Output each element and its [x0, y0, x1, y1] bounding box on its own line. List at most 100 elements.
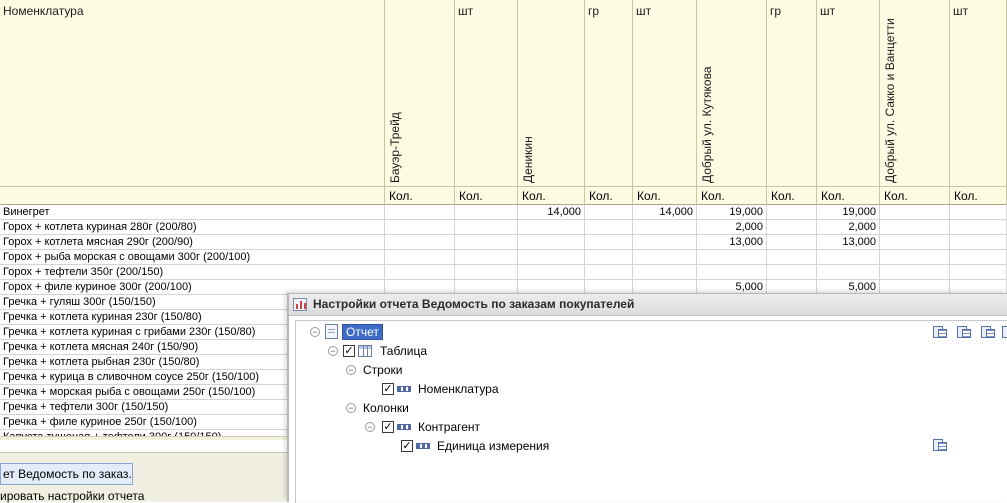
column-subheader: Кол.	[633, 187, 697, 205]
row-value-cell[interactable]	[950, 220, 1007, 235]
row-name-cell[interactable]: Горох + котлета мясная 290г (200/90)	[0, 235, 385, 250]
row-value-cell[interactable]	[455, 220, 518, 235]
column-subheader: Кол.	[518, 187, 585, 205]
row-name-cell[interactable]: Горох + котлета куриная 280г (200/80)	[0, 220, 385, 235]
row-value-cell[interactable]	[385, 205, 455, 220]
table-row[interactable]: Горох + рыба морская с овощами 300г (200…	[0, 250, 1007, 265]
row-value-cell[interactable]	[817, 265, 880, 280]
row-value-cell[interactable]	[880, 205, 950, 220]
row-value-cell[interactable]: 14,000	[633, 205, 697, 220]
table-checkbox[interactable]: ✓	[343, 345, 355, 357]
row-value-cell[interactable]: 19,000	[817, 205, 880, 220]
collapse-toggle-icon[interactable]: −	[346, 403, 356, 413]
row-value-cell[interactable]	[455, 235, 518, 250]
row-value-cell[interactable]: 19,000	[697, 205, 767, 220]
row-value-cell[interactable]	[767, 235, 817, 250]
table-row[interactable]: Горох + котлета мясная 290г (200/90) 13,0…	[0, 235, 1007, 250]
row-value-cell[interactable]	[950, 235, 1007, 250]
field-icon	[416, 443, 430, 449]
row-value-cell[interactable]	[633, 250, 697, 265]
row-value-cell[interactable]: 14,000	[518, 205, 585, 220]
row-value-cell[interactable]	[585, 220, 633, 235]
row-value-cell[interactable]	[880, 265, 950, 280]
row-value-cell[interactable]	[880, 250, 950, 265]
row-value-cell[interactable]	[518, 235, 585, 250]
row-value-cell[interactable]	[950, 265, 1007, 280]
nomenclature-checkbox[interactable]: ✓	[382, 383, 394, 395]
tree-item-unit[interactable]: Единица измерения	[437, 437, 549, 455]
tree-item-report-label: Отчет	[342, 324, 383, 340]
column-header-nomenclature: Номенклатура	[0, 0, 385, 187]
column-header-label: шт	[953, 4, 969, 18]
table-row[interactable]: Винегрет 14,000 14,000 19,000 19,000	[0, 205, 1007, 220]
row-value-cell[interactable]	[385, 250, 455, 265]
column-header: шт	[633, 0, 697, 187]
row-value-cell[interactable]	[633, 235, 697, 250]
tree-item-table[interactable]: Таблица	[380, 342, 427, 360]
filter-icon[interactable]	[956, 324, 972, 340]
row-name-cell[interactable]: Винегрет	[0, 205, 385, 220]
more-settings-icon[interactable]	[1001, 324, 1007, 340]
table-row[interactable]: Горох + тефтели 350г (200/150)	[0, 265, 1007, 280]
tree-item-columns[interactable]: Колонки	[363, 399, 409, 417]
table-row[interactable]: Горох + котлета куриная 280г (200/80) 2,0…	[0, 220, 1007, 235]
column-subheader	[0, 187, 385, 205]
row-value-cell[interactable]	[633, 265, 697, 280]
row-value-cell[interactable]	[518, 265, 585, 280]
collapse-toggle-icon[interactable]: −	[310, 327, 320, 337]
settings-title-bar[interactable]: Настройки отчета Ведомость по заказам по…	[289, 294, 1007, 316]
row-value-cell[interactable]: 13,000	[817, 235, 880, 250]
row-value-cell[interactable]	[385, 265, 455, 280]
column-header: Деникин	[518, 0, 585, 187]
row-value-cell[interactable]	[880, 235, 950, 250]
sort-icon[interactable]	[980, 324, 996, 340]
row-name-cell[interactable]: Горох + рыба морская с овощами 300г (200…	[0, 250, 385, 265]
column-header-label: Номенклатура	[3, 4, 84, 18]
row-value-cell[interactable]	[767, 265, 817, 280]
collapse-toggle-icon[interactable]: −	[365, 422, 375, 432]
tree-item-nomenclature[interactable]: Номенклатура	[418, 380, 499, 398]
grouping-settings-icon[interactable]	[932, 324, 948, 340]
row-value-cell[interactable]	[518, 220, 585, 235]
row-value-cell[interactable]	[385, 235, 455, 250]
row-value-cell[interactable]	[817, 250, 880, 265]
row-value-cell[interactable]	[767, 205, 817, 220]
row-value-cell[interactable]	[880, 220, 950, 235]
column-subheader: Кол.	[455, 187, 518, 205]
row-value-cell[interactable]	[455, 250, 518, 265]
row-value-cell[interactable]	[697, 250, 767, 265]
row-value-cell[interactable]	[767, 250, 817, 265]
row-value-cell[interactable]	[950, 205, 1007, 220]
row-value-cell[interactable]	[455, 265, 518, 280]
column-subheader: Кол.	[950, 187, 1007, 205]
column-header-label: шт	[636, 4, 652, 18]
row-value-cell[interactable]	[585, 250, 633, 265]
row-value-cell[interactable]	[585, 235, 633, 250]
row-value-cell[interactable]	[767, 220, 817, 235]
counterparty-checkbox[interactable]: ✓	[382, 421, 394, 433]
unit-checkbox[interactable]: ✓	[401, 440, 413, 452]
row-value-cell[interactable]: 2,000	[817, 220, 880, 235]
collapse-toggle-icon[interactable]: −	[328, 346, 338, 356]
row-value-cell[interactable]	[633, 220, 697, 235]
taskbar-tab-report[interactable]: ет Ведомость по заказ...	[0, 463, 133, 485]
report-horizontal-scrollbar[interactable]: ▫	[0, 436, 287, 440]
tree-item-rows[interactable]: Строки	[363, 361, 402, 379]
row-value-cell[interactable]	[585, 205, 633, 220]
column-header-label: гр	[588, 4, 600, 18]
row-value-cell[interactable]: 13,000	[697, 235, 767, 250]
tree-item-counterparty[interactable]: Контрагент	[418, 418, 480, 436]
row-value-cell[interactable]	[950, 250, 1007, 265]
unit-field-settings-icon[interactable]	[932, 437, 948, 453]
row-value-cell[interactable]	[585, 265, 633, 280]
row-value-cell[interactable]	[697, 265, 767, 280]
row-value-cell[interactable]	[455, 205, 518, 220]
report-document-icon	[325, 324, 338, 339]
tree-item-report[interactable]: Отчет	[342, 323, 383, 341]
row-value-cell[interactable]	[385, 220, 455, 235]
row-name-cell[interactable]: Горох + тефтели 350г (200/150)	[0, 265, 385, 280]
column-header: Бауэр-Трейд	[385, 0, 455, 187]
collapse-toggle-icon[interactable]: −	[346, 365, 356, 375]
row-value-cell[interactable]: 2,000	[697, 220, 767, 235]
row-value-cell[interactable]	[518, 250, 585, 265]
